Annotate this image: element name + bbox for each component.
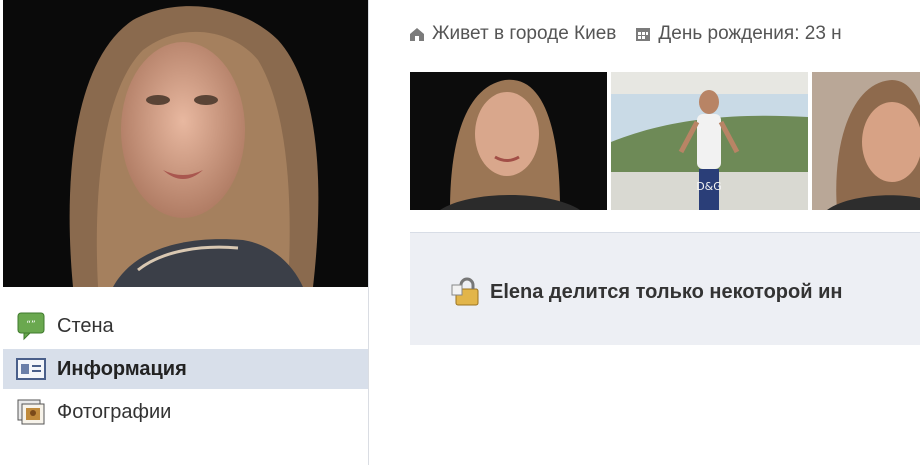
photo-thumbnail[interactable] [812,72,920,210]
wall-icon: “” [15,310,47,342]
privacy-notice-message: Elena делится только некоторой ин [450,277,842,307]
left-column: “” Стена Информация Фотографии [0,0,369,465]
birthday-text: День рождения: 23 н [658,23,842,44]
city-text: Живет в городе Киев [432,23,617,44]
birthday-info: День рождения: 23 н [634,23,842,45]
nav-item-label: Фотографии [57,400,172,423]
nav-item-wall[interactable]: “” Стена [3,306,368,346]
profile-nav: “” Стена Информация Фотографии [3,306,368,435]
nav-item-label: Информация [57,357,187,380]
profile-info-row: Живет в городе Киев День рождения: 23 н [408,18,860,50]
photo-thumbnail[interactable]: D&G [611,72,808,210]
nav-item-label: Стена [57,314,114,337]
info-card-icon [15,353,47,385]
city-info: Живет в городе Киев [408,23,616,45]
privacy-notice-text: Elena делится только некоторой ин [490,280,843,303]
lock-icon [450,277,484,307]
nav-item-photos[interactable]: Фотографии [3,392,368,432]
privacy-notice: Elena делится только некоторой ин [410,232,920,345]
photos-icon [15,396,47,428]
profile-picture[interactable] [3,0,368,287]
home-icon [408,25,426,43]
photo-thumbnail[interactable] [410,72,607,210]
calendar-icon [634,25,652,43]
nav-item-info[interactable]: Информация [3,349,368,389]
svg-text:“”: “” [26,320,35,330]
photo-caption: D&G [696,180,722,193]
